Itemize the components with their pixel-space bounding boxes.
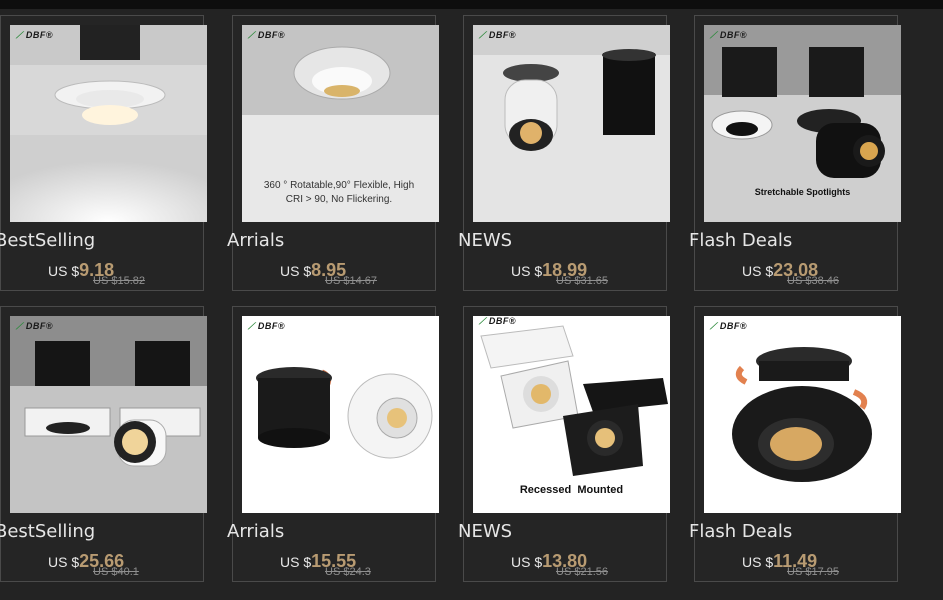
brand-logo: ⟋ DBF® <box>248 321 285 331</box>
brand-logo: ⟋ DBF® <box>248 30 285 40</box>
product-image[interactable]: ⟋ DBF® <box>242 316 439 513</box>
category-label: NEWS <box>458 521 513 542</box>
old-price: US $21.56 <box>556 566 608 578</box>
old-price: US $17.95 <box>787 566 839 578</box>
category-label: Arrials <box>227 521 285 542</box>
product-card-2[interactable]: ⟋ DBF® 360 ° Rotatable,90° Flexible, Hig… <box>227 15 439 291</box>
old-price: US $15.82 <box>93 275 145 287</box>
image-caption: 360 ° Rotatable,90° Flexible, High CRI >… <box>263 180 415 205</box>
product-card-4[interactable]: ⟋ DBF® Stretchable Spotlights Flash Deal… <box>689 15 901 291</box>
product-image[interactable]: ⟋ DBF® <box>473 25 670 222</box>
brand-logo: ⟋ DBF® <box>16 321 53 331</box>
product-card-8[interactable]: ⟋ DBF® Flash Deals US $11.49 US $17.95 <box>689 306 901 582</box>
category-label: BestSelling <box>0 230 96 251</box>
product-image[interactable]: ⟋ DBF® <box>704 316 901 513</box>
old-price: US $14.67 <box>325 275 377 287</box>
image-caption: Stretchable Spotlights <box>754 187 851 197</box>
category-label: Flash Deals <box>689 230 793 251</box>
product-image[interactable]: ⟋ DBF® Stretchable Spotlights <box>704 25 901 222</box>
product-image[interactable]: ⟋ DBF® 360 ° Rotatable,90° Flexible, Hig… <box>242 25 439 222</box>
category-label: Arrials <box>227 230 285 251</box>
product-card-7[interactable]: ⟋ DBF® Recessed Mounted NEWS US $13.80 U… <box>458 306 670 582</box>
brand-logo: ⟋ DBF® <box>479 30 516 40</box>
product-image[interactable]: ⟋ DBF® <box>10 316 207 513</box>
category-label: Flash Deals <box>689 521 793 542</box>
category-label: BestSelling <box>0 521 96 542</box>
brand-logo: ⟋ DBF® <box>16 30 53 40</box>
image-caption: Recessed Mounted <box>519 484 624 496</box>
product-image[interactable]: ⟋ DBF® <box>10 25 207 222</box>
product-card-1[interactable]: ⟋ DBF® BestSelling US $9.18 US $15.82 <box>0 15 207 291</box>
brand-logo: ⟋ DBF® <box>710 321 747 331</box>
old-price: US $38.46 <box>787 275 839 287</box>
product-card-5[interactable]: ⟋ DBF® BestSelling US $25.66 US $40.1 <box>0 306 207 582</box>
product-image[interactable]: ⟋ DBF® Recessed Mounted <box>473 316 670 513</box>
old-price: US $24.3 <box>325 566 371 578</box>
brand-logo: ⟋ DBF® <box>479 316 516 326</box>
product-card-6[interactable]: ⟋ DBF® Arrials US $15.55 US $24.3 <box>227 306 439 582</box>
product-card-3[interactable]: ⟋ DBF® NEWS US $18.99 US $31.65 <box>458 15 670 291</box>
category-label: NEWS <box>458 230 513 251</box>
old-price: US $40.1 <box>93 566 139 578</box>
top-bar <box>0 0 943 9</box>
brand-logo: ⟋ DBF® <box>710 30 747 40</box>
old-price: US $31.65 <box>556 275 608 287</box>
